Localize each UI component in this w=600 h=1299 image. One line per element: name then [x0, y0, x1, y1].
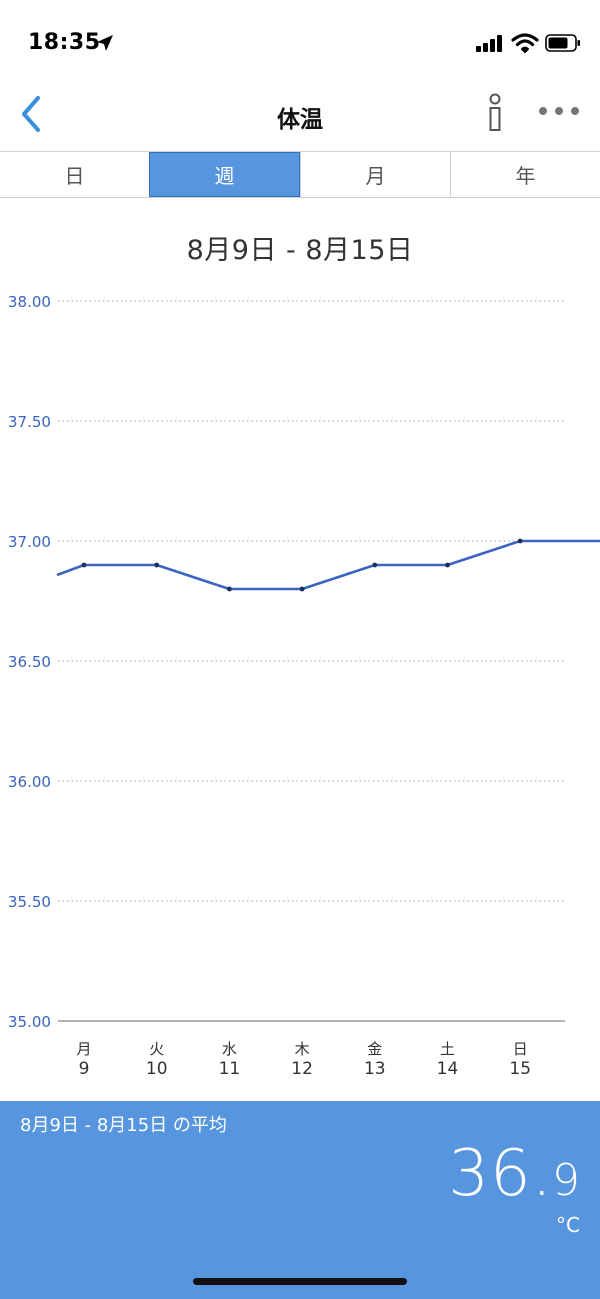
x-tick-day: 15: [509, 1059, 531, 1079]
x-tick-weekday: 火: [149, 1040, 164, 1058]
status-bar: 18:35: [0, 0, 600, 88]
segment-month[interactable]: 月: [300, 152, 450, 197]
data-point: [81, 562, 87, 568]
y-tick-label: 37.00: [8, 533, 51, 551]
summary-label: 8月9日 - 8月15日 の平均: [20, 1115, 227, 1136]
x-tick-weekday: 水: [222, 1040, 237, 1058]
x-tick-weekday: 木: [295, 1040, 310, 1058]
data-point: [299, 586, 305, 592]
info-icon[interactable]: [480, 90, 510, 138]
series-line: [56, 539, 600, 591]
average-value-decimal: 9: [552, 1155, 580, 1206]
segment-year[interactable]: 年: [450, 152, 600, 197]
x-tick-day: 14: [437, 1059, 459, 1079]
y-tick-label: 38.00: [8, 293, 51, 311]
more-options-icon[interactable]: [534, 96, 584, 126]
x-tick-weekday: 日: [513, 1040, 528, 1058]
y-tick-label: 36.50: [8, 653, 51, 671]
average-value-integer: 36: [448, 1137, 532, 1211]
temperature-line-chart: 38.00 37.50 37.00 36.50 36.00 35.50 35.00 月9 火10…: [8, 293, 600, 1079]
x-tick-weekday: 金: [367, 1040, 382, 1058]
average-unit: °C: [556, 1213, 580, 1237]
nav-bar: 体温: [0, 88, 600, 148]
data-point: [517, 538, 523, 544]
segment-week[interactable]: 週: [149, 152, 300, 197]
location-arrow-icon: [97, 35, 113, 51]
x-tick-weekday: 月: [76, 1040, 91, 1058]
cellular-signal-icon: [476, 35, 502, 52]
period-segmented-control: 日 週 月 年: [0, 151, 600, 198]
average-value: 36.9: [448, 1137, 580, 1211]
x-tick-day: 13: [364, 1059, 386, 1079]
x-tick-day: 12: [291, 1059, 313, 1079]
y-tick-label: 35.50: [8, 893, 51, 911]
status-time: 18:35: [28, 30, 101, 55]
data-point: [372, 562, 378, 568]
average-summary-panel: 8月9日 - 8月15日 の平均 36.9 °C: [0, 1101, 600, 1299]
average-value-decimal-point: .: [531, 1137, 552, 1211]
data-point: [154, 562, 160, 568]
x-tick-weekday: 土: [440, 1040, 455, 1058]
page-title: 体温: [277, 107, 323, 133]
y-tick-label: 37.50: [8, 413, 51, 431]
y-tick-label: 35.00: [8, 1013, 51, 1031]
battery-icon: [545, 34, 580, 52]
date-range-title: 8月9日 - 8月15日: [186, 235, 414, 266]
data-point: [445, 562, 450, 568]
x-tick-day: 11: [219, 1059, 241, 1079]
segment-day[interactable]: 日: [0, 152, 149, 197]
wifi-icon: [511, 33, 539, 53]
home-indicator: [193, 1278, 407, 1285]
y-tick-label: 36.00: [8, 773, 51, 791]
x-tick-day: 10: [146, 1059, 168, 1079]
x-tick-day: 9: [79, 1059, 90, 1079]
data-point: [227, 586, 232, 592]
